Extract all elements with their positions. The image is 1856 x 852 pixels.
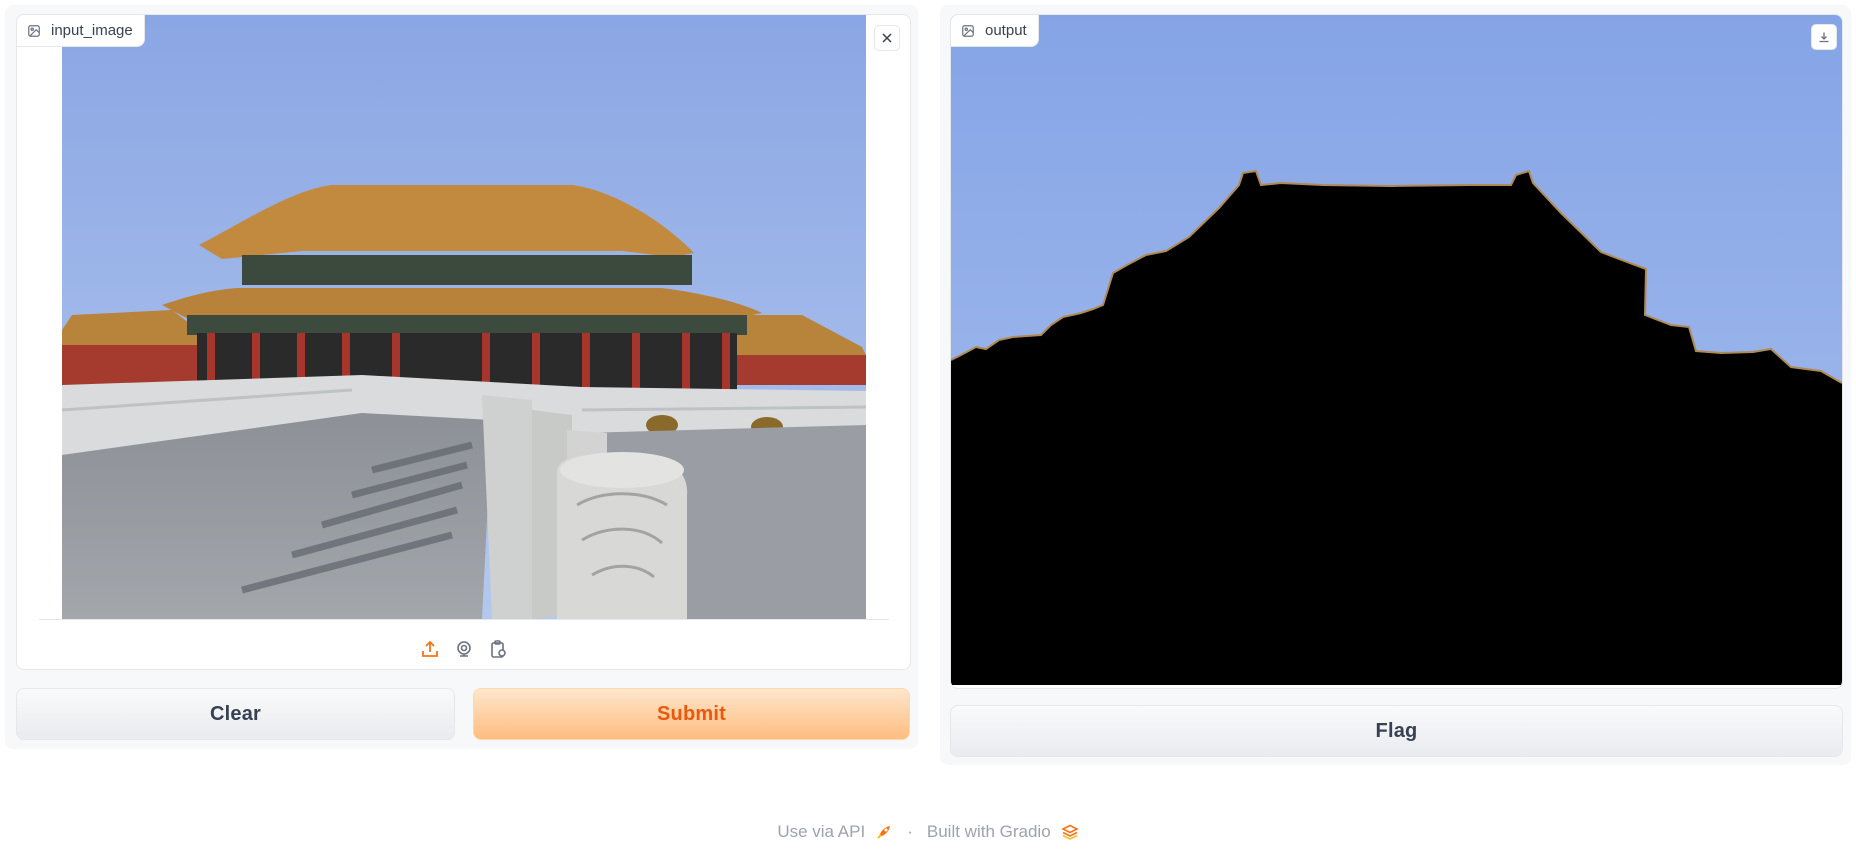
upload-source-button[interactable] (420, 639, 440, 659)
submit-button[interactable]: Submit (473, 688, 910, 740)
segmentation-mask-image (951, 15, 1842, 685)
webcam-icon (456, 641, 471, 657)
remove-image-button[interactable] (874, 25, 900, 51)
footer: Use via API · Built with Gradio (0, 822, 1856, 842)
built-with-gradio-link[interactable]: Built with Gradio (927, 822, 1051, 842)
upload-icon (421, 640, 438, 657)
close-icon (882, 33, 892, 43)
output-column: output Flag (940, 5, 1851, 765)
gradio-logo-icon (1060, 824, 1079, 840)
source-selector (17, 635, 910, 663)
output-label: output (951, 15, 1039, 47)
webcam-source-button[interactable] (454, 639, 474, 659)
image-icon (962, 24, 974, 37)
output-photo (951, 15, 1842, 685)
clipboard-source-button[interactable] (488, 639, 508, 659)
rocket-icon (877, 826, 891, 839)
palace-photo (62, 15, 866, 619)
use-via-api-link[interactable]: Use via API (777, 822, 865, 842)
output-label-text: output (985, 22, 1027, 39)
source-divider (39, 619, 889, 620)
input-image-panel[interactable]: input_image (16, 14, 911, 670)
input-column: input_image Clear Submit (5, 5, 918, 749)
clipboard-icon (490, 640, 506, 658)
clear-button[interactable]: Clear (16, 688, 455, 740)
flag-button[interactable]: Flag (950, 705, 1843, 757)
input-photo[interactable] (62, 15, 866, 619)
input-image-label: input_image (17, 15, 145, 47)
footer-separator: · (907, 822, 913, 841)
download-icon (1819, 32, 1829, 43)
output-image-panel: output (950, 14, 1843, 689)
image-icon (28, 24, 40, 37)
download-button[interactable] (1811, 24, 1837, 50)
input-label-text: input_image (51, 22, 133, 39)
